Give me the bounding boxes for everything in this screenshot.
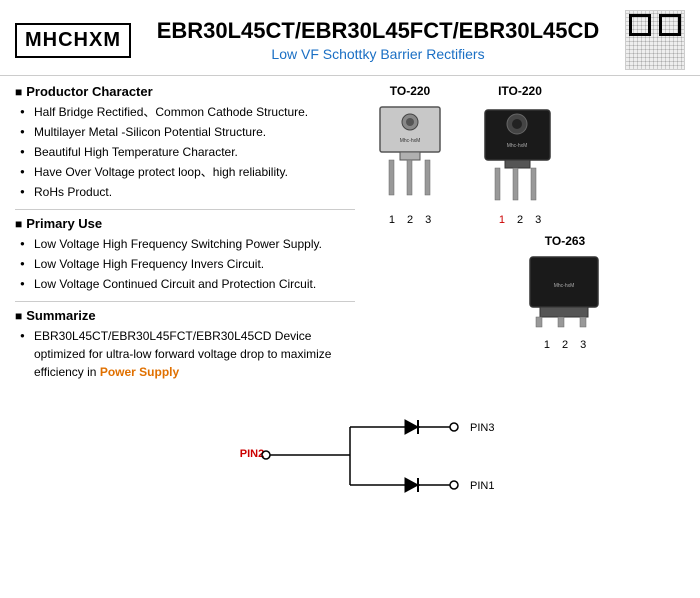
to263-label: TO-263 <box>545 234 585 248</box>
pin-1: 1 <box>389 214 395 226</box>
svg-text:Mhc-hxM: Mhc-hxM <box>554 283 575 289</box>
list-item: Beautiful High Temperature Character. <box>20 143 355 161</box>
list-item: Low Voltage High Frequency Switching Pow… <box>20 235 355 253</box>
list-item: RoHs Product. <box>20 183 355 201</box>
to220-pins: 1 2 3 <box>389 214 431 226</box>
list-item: Multilayer Metal -Silicon Potential Stru… <box>20 123 355 141</box>
list-item: Low Voltage High Frequency Invers Circui… <box>20 255 355 273</box>
company-logo: MHCHXM <box>15 23 131 58</box>
divider-2 <box>15 301 355 302</box>
to220-diagram: Mhc-hxM <box>365 102 455 212</box>
summarize-text-before: EBR30L45CT/EBR30L45FCT/EBR30L45CD Device… <box>34 329 331 379</box>
list-item: Half Bridge Rectified、Common Cathode Str… <box>20 103 355 121</box>
pin-2: 2 <box>517 214 523 226</box>
ito220-pins: 1 2 3 <box>499 214 541 226</box>
to220-package: TO-220 Mhc-hxM 1 <box>365 84 455 226</box>
circuit-area: PIN2 PIN3 PIN1 <box>0 397 700 517</box>
circuit-diagram: PIN2 PIN3 PIN1 <box>190 402 510 512</box>
svg-text:PIN3: PIN3 <box>470 422 494 434</box>
summarize-title: Summarize <box>15 308 355 323</box>
to263-pins: 1 2 3 <box>544 339 586 351</box>
list-item: Low Voltage Continued Circuit and Protec… <box>20 275 355 293</box>
product-subtitle: Low VF Schottky Barrier Rectifiers <box>146 46 610 62</box>
svg-text:PIN1: PIN1 <box>470 480 494 492</box>
right-column: TO-220 Mhc-hxM 1 <box>365 84 685 389</box>
svg-text:Mhc-hxM: Mhc-hxM <box>507 143 528 149</box>
summarize-highlight: Power Supply <box>100 365 179 379</box>
summarize-list: EBR30L45CT/EBR30L45FCT/EBR30L45CD Device… <box>15 327 355 381</box>
pin-1: 1 <box>499 214 505 226</box>
pin-2: 2 <box>562 339 568 351</box>
package-row-1: TO-220 Mhc-hxM 1 <box>365 84 685 226</box>
pin-3: 3 <box>425 214 431 226</box>
summarize-text: EBR30L45CT/EBR30L45FCT/EBR30L45CD Device… <box>20 327 355 381</box>
ito220-package: ITO-220 Mhc-hxM 1 <box>475 84 565 226</box>
svg-text:PIN2: PIN2 <box>240 448 264 460</box>
qr-code <box>625 10 685 70</box>
primary-use-list: Low Voltage High Frequency Switching Pow… <box>15 235 355 293</box>
to220-label: TO-220 <box>390 84 430 98</box>
ito220-diagram: Mhc-hxM <box>475 102 565 212</box>
to263-package: TO-263 Mhc-hxM 1 2 3 <box>445 234 685 351</box>
list-item: Have Over Voltage protect loop、high reli… <box>20 163 355 181</box>
svg-text:Mhc-hxM: Mhc-hxM <box>400 138 421 144</box>
header-center: EBR30L45CT/EBR30L45FCT/EBR30L45CD Low VF… <box>146 18 610 62</box>
pin-2: 2 <box>407 214 413 226</box>
product-title: EBR30L45CT/EBR30L45FCT/EBR30L45CD <box>146 18 610 44</box>
primary-use-title: Primary Use <box>15 216 355 231</box>
ito220-label: ITO-220 <box>498 84 542 98</box>
product-character-list: Half Bridge Rectified、Common Cathode Str… <box>15 103 355 201</box>
to263-diagram: Mhc-hxM <box>520 252 610 337</box>
product-character-title: Productor Character <box>15 84 355 99</box>
pin-3: 3 <box>535 214 541 226</box>
pin-1: 1 <box>544 339 550 351</box>
left-column: Productor Character Half Bridge Rectifie… <box>15 84 355 389</box>
main-content: Productor Character Half Bridge Rectifie… <box>0 76 700 397</box>
header: MHCHXM EBR30L45CT/EBR30L45FCT/EBR30L45CD… <box>0 0 700 76</box>
to263-row: TO-263 Mhc-hxM 1 2 3 <box>445 234 685 351</box>
divider-1 <box>15 209 355 210</box>
pin-3: 3 <box>580 339 586 351</box>
